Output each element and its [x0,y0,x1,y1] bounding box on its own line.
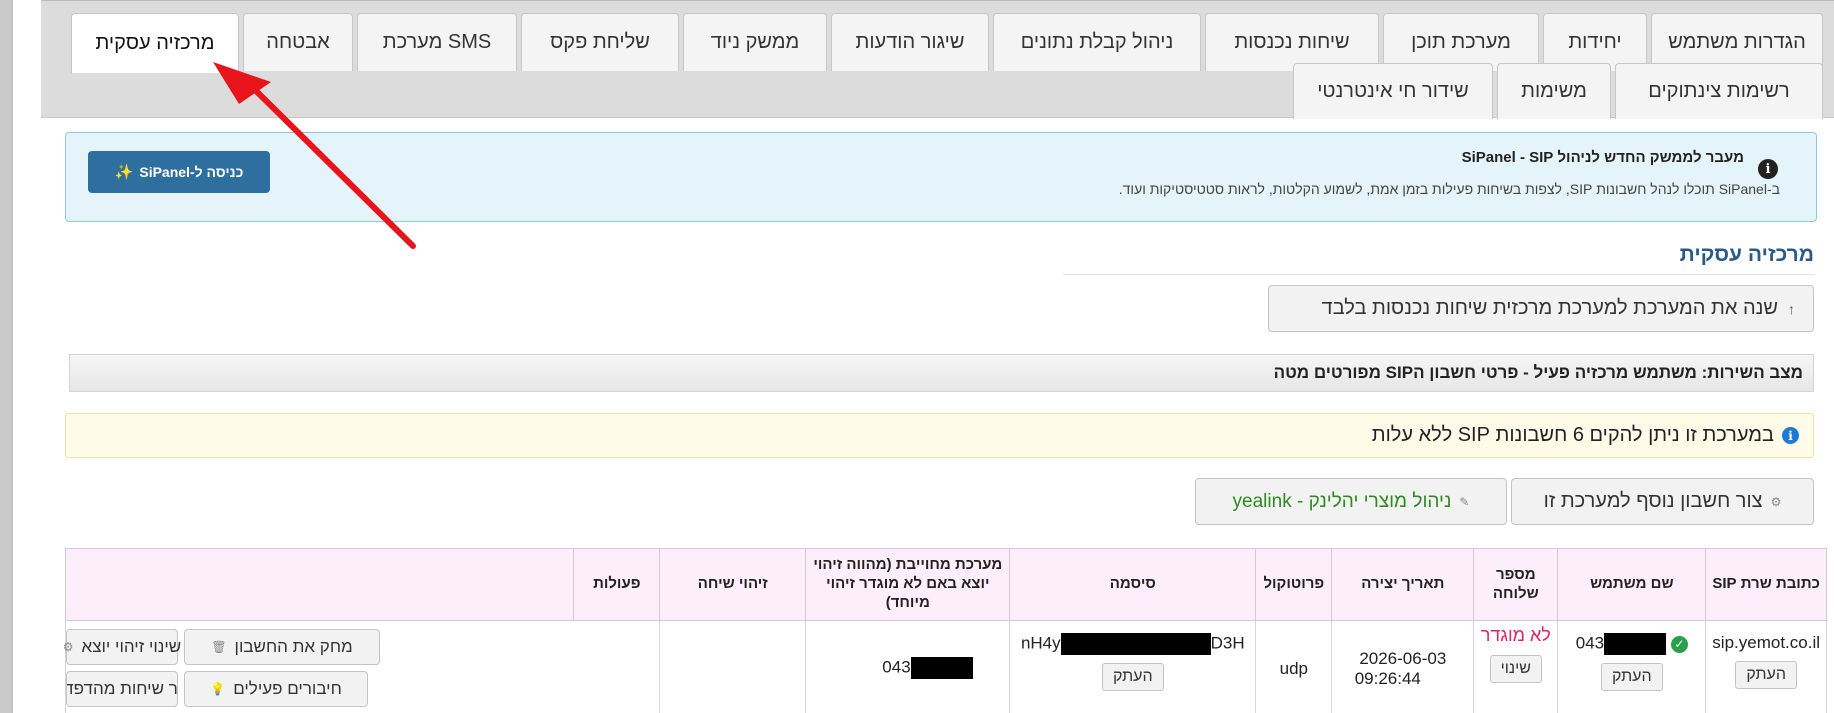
change-caller-id-label: שינוי זיהוי יוצא [81,637,182,656]
switch-button-label: שנה את המערכת למערכת מרכזית שיחות נכנסות… [1321,297,1778,319]
service-status-text: מצב השירות: משתמש מרכזיה פעיל - פרטי חשב… [1273,363,1803,382]
wrench-icon: ✎ [1459,494,1470,509]
cell-actions: מחק את החשבון 🗑 שינוי זיהוי יוצא ⚙ חיבור… [62,620,661,713]
created-time: 09:26:44 [1354,669,1421,688]
tab-fax[interactable]: שליחת פקס [521,13,679,71]
tab-business-pbx[interactable]: מרכזיה עסקית [71,13,239,73]
change-caller-id-button[interactable]: שינוי זיהוי יוצא ⚙ [62,629,181,665]
redacted-block [910,657,973,679]
copy-password-button[interactable]: העתק [1101,663,1164,691]
header-created: תאריך יצירה [1331,548,1475,621]
header-server: כתובת שרת SIP [1705,548,1827,621]
service-status-bar: מצב השירות: משתמש מרכזיה פעיל - פרטי חשב… [69,354,1814,392]
yealink-label: ניהול מוצרי יהלינק - yealink [1232,490,1452,512]
tab-porting-interface[interactable]: ממשק ניוד [683,13,827,71]
server-address: sip.yemot.co.il [1712,633,1820,652]
yealink-button[interactable]: ניהול מוצרי יהלינק - yealink ✎ [1195,478,1507,525]
change-extension-button[interactable]: שינוי [1489,654,1542,683]
username-prefix: 043 [1575,633,1605,653]
password-suffix: D3H [1210,633,1245,653]
section-title: מרכזיה עסקית [1679,243,1814,266]
cell-extension: לא מוגדר שינוי [1473,620,1559,713]
delete-account-label: מחק את החשבון [234,637,353,656]
extension-status: לא מוגדר [1480,625,1551,645]
header-password: סיסמה [1009,548,1257,621]
tab-bar: הגדרות משתמש יחידות מערכת תוכן שיחות נכנ… [41,0,1834,119]
cell-server: sip.yemot.co.il העתק [1705,620,1827,713]
table-header-row: כתובת שרת SIP שם משתמש מספר שלוחה תאריך … [64,548,1827,621]
switch-system-button[interactable]: שנה את המערכת למערכת מרכזית שיחות נכנסות… [1268,285,1814,332]
free-accounts-notice: במערכת זו ניתן להקים 6 חשבונות SIP ללא ע… [65,413,1814,458]
billed-prefix: 043 [882,657,911,677]
info-icon: i [1758,159,1778,179]
sip-accounts-table: כתובת שרת SIP שם משתמש מספר שלוחה תאריך … [62,548,1827,713]
page: הגדרות משתמש יחידות מערכת תוכן שיחות נכנ… [12,0,1834,713]
copy-username-button[interactable]: העתק [1600,663,1663,691]
header-billed-system: מערכת מחוייבת (מהווה זיהוי יוצא באם לא מ… [805,548,1011,621]
sparkle-icon: ✨ [114,164,134,181]
title-divider [1063,274,1814,275]
info-icon: i [1782,427,1799,444]
tab-live-broadcast[interactable]: שידור חי אינטרנטי [1293,63,1493,119]
created-date: 2026-06-03 [1359,649,1447,668]
bulb-icon: 💡 [210,682,226,696]
browser-calls-label: אפשר שיחות מהדפדפן [66,679,178,698]
gear-icon: ⚙ [1770,494,1782,509]
header-empty [64,548,575,621]
cell-protocol: udp [1255,620,1333,713]
check-circle-icon: ✓ [1670,635,1688,653]
password-prefix: nH4y [1020,633,1061,653]
sipanel-button-label: כניסה ל-SiPanel [139,164,244,180]
arrow-up-icon: ↑ [1788,300,1795,317]
banner-title: מעבר לממשק החדש לניהול SiPanel - SIP [1461,149,1744,166]
cell-billed-system: 043 [805,620,1011,713]
cell-caller-id [659,620,807,713]
delete-account-button[interactable]: מחק את החשבון 🗑 [184,629,380,665]
active-connections-label: חיבורים פעילים [233,679,342,698]
tab-data-management[interactable]: ניהול קבלת נתונים [993,13,1201,71]
gear-icon: ⚙ [62,640,74,654]
cell-created: 2026-06-03 09:26:44 [1331,620,1475,713]
password-value: nH4y D3H [1016,633,1249,655]
add-account-button[interactable]: צור חשבון נוסף למערכת זו ⚙ [1511,478,1814,525]
browser-calls-button[interactable]: אפשר שיחות מהדפדפן ◢ [66,671,178,707]
table-row: sip.yemot.co.il העתק 043 ✓ העתק לא מוגדר… [62,620,1827,713]
header-caller-id: זיהוי שיחה [659,548,807,621]
protocol-value: udp [1279,659,1308,678]
cell-password: nH4y D3H העתק [1009,620,1257,713]
header-username: שם משתמש [1557,548,1707,621]
trash-icon: 🗑 [211,640,227,654]
header-actions: פעולות [573,548,661,621]
sipanel-banner: i מעבר לממשק החדש לניהול SiPanel - SIP ב… [65,132,1817,222]
tab-message-dispatch[interactable]: שיגור הודעות [831,13,989,71]
header-extension: מספר שלוחה [1473,548,1559,621]
active-connections-button[interactable]: חיבורים פעילים 💡 [184,671,368,707]
sipanel-enter-button[interactable]: כניסה ל-SiPanel ✨ [88,151,270,193]
copy-server-button[interactable]: העתק [1735,661,1797,689]
banner-text: ב-SiPanel תוכלו לנהל חשבונות SIP, לצפות … [1118,181,1780,197]
cell-username: 043 ✓ העתק [1557,620,1707,713]
username-value: 043 ✓ [1564,633,1699,655]
header-protocol: פרוטוקול [1255,548,1333,621]
tab-ping-lists[interactable]: רשימות צינתוקים [1615,63,1823,119]
tab-sms[interactable]: מערכת SMS [357,13,517,71]
notice-text: במערכת זו ניתן להקים 6 חשבונות SIP ללא ע… [1371,424,1774,446]
tab-security[interactable]: אבטחה [243,13,353,71]
redacted-block [1604,633,1667,655]
billed-system-value: 043 [812,657,1003,679]
tab-tasks[interactable]: משימות [1497,63,1611,119]
redacted-block [1060,633,1211,655]
actions-wrap: מחק את החשבון 🗑 שינוי זיהוי יוצא ⚙ חיבור… [62,621,659,713]
add-account-label: צור חשבון נוסף למערכת זו [1543,490,1763,512]
